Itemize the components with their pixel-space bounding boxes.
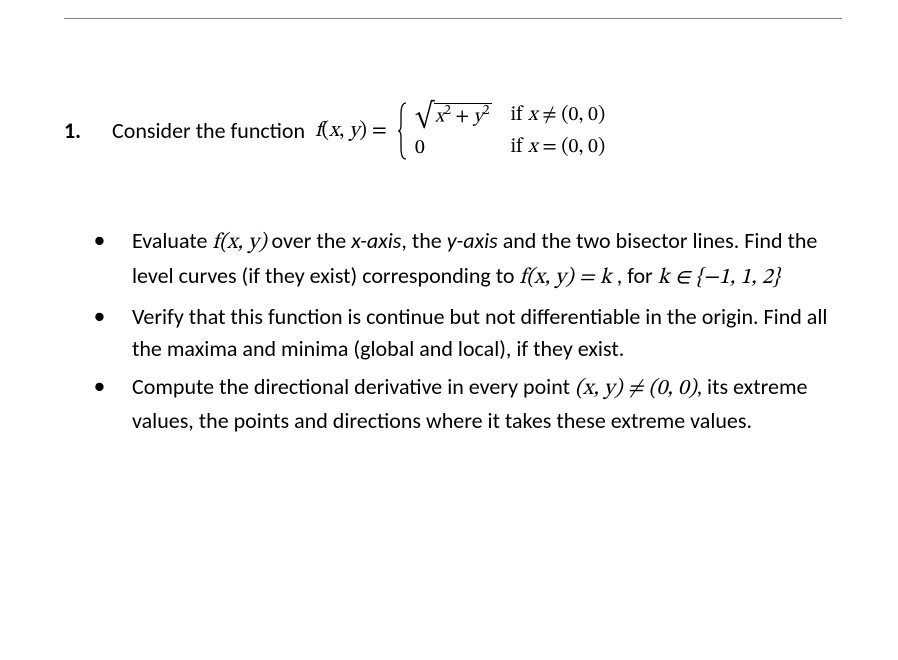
- text-run: f(x, y): [212, 232, 266, 254]
- case1-value: √x2 + y2: [415, 100, 493, 130]
- piecewise-values: √x2 + y2 0: [415, 100, 493, 161]
- bullet-icon: ●: [94, 371, 132, 438]
- text-run: Evaluate: [132, 227, 212, 254]
- bullet-text-0: Evaluate f(x, y) over the x-axis, the y-…: [132, 225, 842, 295]
- bullet-icon: ●: [94, 301, 132, 365]
- horizontal-rule: [64, 18, 842, 19]
- bullet-icon: ●: [94, 225, 132, 295]
- list-item: ● Compute the directional derivative in …: [94, 371, 842, 438]
- text-run: Compute the directional derivative in ev…: [132, 373, 575, 400]
- problem-stem: Consider the function f(x, y) = √x2 + y2…: [112, 100, 605, 161]
- list-item: ● Evaluate f(x, y) over the x-axis, the …: [94, 225, 842, 295]
- piecewise-conditions: if x ≠ (0, 0) if x = (0, 0): [510, 102, 605, 160]
- bullet-list: ● Evaluate f(x, y) over the x-axis, the …: [64, 225, 842, 437]
- text-run: , for: [612, 262, 658, 289]
- list-item: ● Verify that this function is continue …: [94, 301, 842, 365]
- left-brace-icon: [397, 102, 409, 160]
- text-run: y-axis: [447, 227, 498, 254]
- case2-value: 0: [415, 136, 493, 161]
- text-run: f(x, y) = k: [519, 267, 611, 289]
- text-run: (x, y) ≠ (0, 0): [575, 378, 697, 400]
- text-run: k ∈ {−1, 1, 2}: [658, 267, 780, 289]
- piecewise-definition: √x2 + y2 0 if x ≠ (0, 0) if x = (0, 0): [397, 100, 605, 161]
- problem-number: 1.: [64, 117, 112, 144]
- stem-text: Consider the function: [112, 117, 305, 144]
- case2-condition: if x = (0, 0): [510, 134, 605, 160]
- problem-header: 1. Consider the function f(x, y) = √x2 +…: [64, 100, 842, 161]
- text-run: , the: [401, 227, 446, 254]
- bullet-text-1: Verify that this function is continue bu…: [132, 301, 842, 365]
- text-run: over the: [267, 227, 352, 254]
- bullet-text-2: Compute the directional derivative in ev…: [132, 371, 842, 438]
- content-area: 1. Consider the function f(x, y) = √x2 +…: [64, 100, 842, 443]
- text-run: Verify that this function is continue bu…: [132, 303, 827, 362]
- function-name: f(x, y) =: [315, 118, 387, 144]
- text-run: x-axis: [351, 227, 401, 254]
- case1-condition: if x ≠ (0, 0): [510, 102, 605, 128]
